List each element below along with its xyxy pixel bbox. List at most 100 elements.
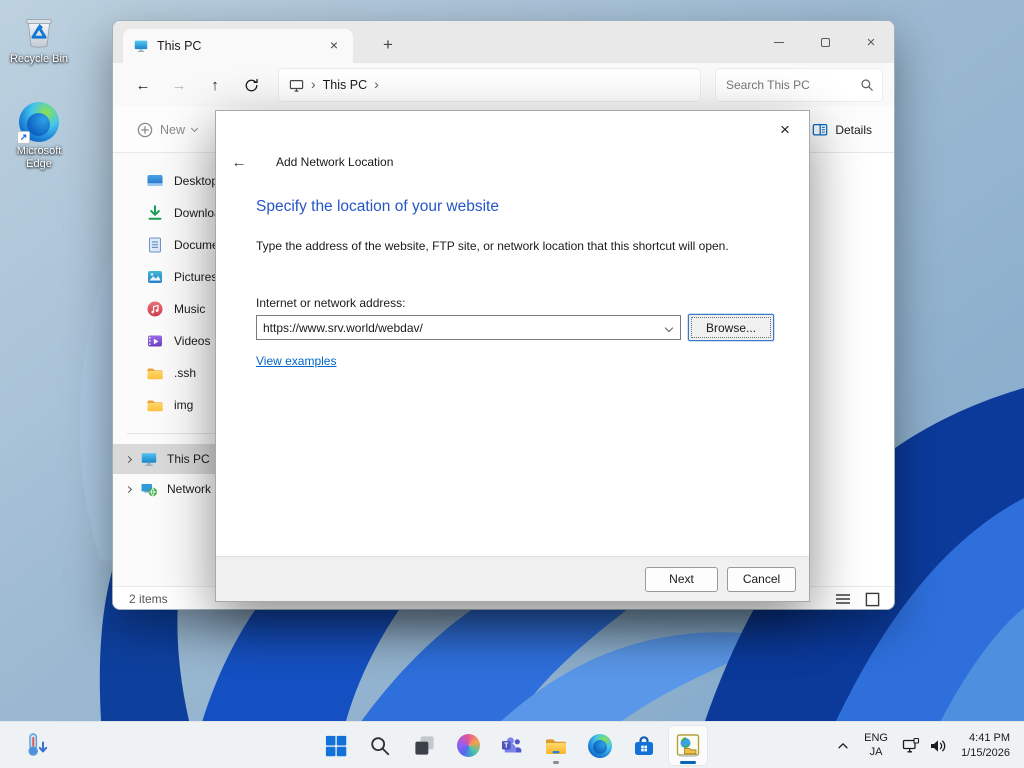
browse-button[interactable]: Browse... <box>688 314 774 341</box>
address-field-label: Internet or network address: <box>256 296 406 310</box>
explorer-navbar: ← → ↑ › This PC › <box>113 63 894 107</box>
search-box[interactable] <box>716 69 882 101</box>
refresh-button[interactable] <box>235 69 267 101</box>
back-button[interactable]: ← <box>127 69 159 101</box>
teams-button[interactable]: T <box>492 725 532 766</box>
cancel-button[interactable]: Cancel <box>727 566 796 592</box>
maximize-button[interactable] <box>802 21 848 63</box>
window-close-button[interactable]: × <box>848 21 894 63</box>
copilot-button[interactable] <box>448 725 488 766</box>
language-primary: ENG <box>864 731 888 744</box>
dialog-footer: Next Cancel <box>216 556 809 601</box>
file-explorer-button[interactable] <box>536 725 576 766</box>
weather-widget-icon <box>28 732 48 756</box>
recycle-bin-shortcut[interactable]: Recycle Bin <box>5 10 73 66</box>
dialog-close-icon[interactable]: × <box>774 119 796 141</box>
edge-button[interactable] <box>580 725 620 766</box>
network-icon <box>141 484 157 497</box>
widgets-button[interactable] <box>8 725 66 766</box>
music-icon <box>147 301 163 317</box>
search-icon <box>861 79 873 91</box>
add-network-location-dialog: × ← Add Network Location Specify the loc… <box>215 110 810 602</box>
teams-icon: T <box>502 736 522 752</box>
windows-start-icon <box>325 735 347 756</box>
downloads-icon <box>148 205 162 220</box>
up-button[interactable]: ↑ <box>199 69 231 101</box>
task-view-button[interactable] <box>404 725 444 766</box>
minimize-button[interactable] <box>756 21 802 63</box>
language-secondary: JA <box>869 745 883 758</box>
new-button[interactable]: New <box>129 116 205 144</box>
breadcrumb-chevron-icon: › <box>374 76 379 92</box>
folder-icon <box>147 400 163 412</box>
tray-overflow-button[interactable] <box>829 726 857 766</box>
edge-icon <box>588 733 612 758</box>
search-icon <box>371 736 390 755</box>
chevron-right-icon[interactable] <box>124 485 133 493</box>
item-count: 2 items <box>129 592 168 606</box>
task-view-icon <box>414 736 434 755</box>
dialog-heading: Specify the location of your website <box>256 198 499 215</box>
copilot-icon <box>456 734 480 757</box>
taskbar: T ENG JA 4:41 PM 1/15/2026 <box>0 721 1024 768</box>
language-indicator[interactable]: ENG JA <box>857 726 895 766</box>
search-button[interactable] <box>360 725 400 766</box>
dialog-back-button[interactable]: ← <box>224 154 254 171</box>
address-combobox[interactable] <box>256 315 681 340</box>
new-tab-button[interactable]: + <box>375 33 401 57</box>
search-input[interactable] <box>726 78 860 92</box>
running-app-indicator <box>553 761 559 764</box>
network-wizard-button[interactable] <box>668 725 708 766</box>
tab-title: This PC <box>157 39 202 53</box>
tray-time: 4:41 PM <box>969 732 1010 745</box>
tray-system-icons[interactable] <box>895 726 954 766</box>
svg-text:T: T <box>504 742 509 749</box>
file-explorer-icon <box>546 738 566 754</box>
explorer-titlebar[interactable]: This PC × + × <box>113 21 894 63</box>
volume-icon <box>931 739 946 752</box>
list-view-icon[interactable] <box>835 592 851 606</box>
edge-icon: ↗ <box>17 102 59 144</box>
folder-icon <box>147 368 163 380</box>
chevron-right-icon[interactable] <box>124 455 133 463</box>
recycle-bin-label: Recycle Bin <box>9 53 69 65</box>
details-pane-button[interactable]: Details <box>806 116 878 144</box>
chevron-up-icon <box>838 742 848 748</box>
active-app-indicator <box>680 761 696 764</box>
new-button-label: New <box>160 122 186 137</box>
thumbnail-view-icon[interactable] <box>865 592 880 607</box>
address-input[interactable] <box>257 316 680 339</box>
next-button[interactable]: Next <box>645 566 718 592</box>
this-pc-crumb-icon <box>289 79 304 92</box>
start-button[interactable] <box>316 725 356 766</box>
details-button-label: Details <box>835 122 872 137</box>
edge-label: Microsoft Edge <box>16 145 62 171</box>
plus-circle-icon <box>137 122 153 137</box>
videos-icon <box>148 335 162 347</box>
shortcut-arrow-icon: ↗ <box>17 131 30 144</box>
refresh-icon <box>245 78 258 91</box>
network-tray-icon <box>902 737 920 752</box>
breadcrumb-this-pc[interactable]: This PC <box>323 78 367 92</box>
documents-icon <box>149 237 161 253</box>
add-network-location-icon <box>676 733 700 757</box>
this-pc-icon <box>141 453 157 466</box>
dialog-description: Type the address of the website, FTP sit… <box>256 239 729 253</box>
explorer-tab-this-pc[interactable]: This PC × <box>123 29 353 63</box>
store-button[interactable] <box>624 725 664 766</box>
pictures-icon <box>148 271 162 283</box>
recycle-bin-icon <box>19 10 59 50</box>
tab-close-icon[interactable]: × <box>325 37 343 55</box>
microsoft-store-icon <box>635 735 653 755</box>
view-examples-link[interactable]: View examples <box>256 354 336 368</box>
forward-button[interactable]: → <box>163 69 195 101</box>
dialog-title: Add Network Location <box>276 155 394 169</box>
desktop-icon <box>147 175 163 186</box>
edge-shortcut[interactable]: ↗ Microsoft Edge <box>5 102 73 171</box>
address-bar[interactable]: › This PC › <box>279 69 700 101</box>
details-pane-icon <box>813 123 828 136</box>
monitor-icon <box>134 40 148 52</box>
chevron-down-icon <box>190 124 199 132</box>
tray-date: 1/15/2026 <box>961 746 1010 759</box>
clock[interactable]: 4:41 PM 1/15/2026 <box>954 726 1020 766</box>
